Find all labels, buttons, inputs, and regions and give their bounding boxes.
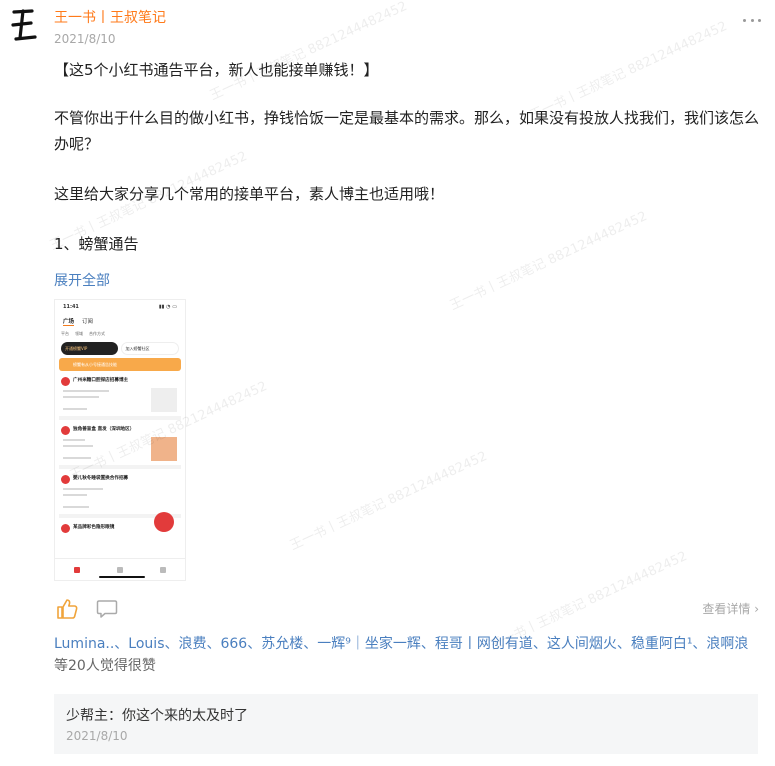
liker-names[interactable]: Lumina..、Louis、浪费、666、苏允楼、一辉⁹｜坐家一辉、程哥丨网创… <box>54 636 748 652</box>
author-name[interactable]: 王一书丨王叔笔记 <box>54 8 166 28</box>
post-paragraph: 1、螃蟹通告 <box>54 235 139 253</box>
view-detail-link[interactable]: 查看详情 › <box>702 600 759 617</box>
post-image[interactable]: 11:41 ▮▮ ◔ ▭ 广场 订阅 平台 领域 合作方式 开通螃蟹VIP 加入螃… <box>54 299 186 581</box>
image-filters: 平台 领域 合作方式 <box>61 331 105 336</box>
comment-item: 少帮主：你这个来的太及时了 2021/8/10 <box>54 694 758 754</box>
post-date: 2021/8/10 <box>54 32 116 46</box>
image-banner: 螃蟹有从小号接通告技能 <box>59 358 181 371</box>
post-title: 【这5个小红书通告平台，新人也能接单赚钱！】 <box>54 61 379 79</box>
post-paragraph: 不管你出于什么目的做小红书，挣钱恰饭一定是最基本的需求。那么，如果没有投放人找我… <box>54 109 760 153</box>
watermark: 王一书丨王叔笔记 8821244482452 <box>207 0 410 104</box>
likers-list: Lumina..、Louis、浪费、666、苏允楼、一辉⁹｜坐家一辉、程哥丨网创… <box>54 633 766 677</box>
expand-all-link[interactable]: 展开全部 <box>54 270 110 292</box>
image-fab <box>154 512 174 532</box>
image-tabs: 广场 订阅 <box>63 318 94 326</box>
watermark: 王一书丨王叔笔记 8821244482452 <box>447 208 650 314</box>
chevron-right-icon: › <box>754 602 759 616</box>
author-avatar[interactable] <box>10 8 38 42</box>
image-vip-row: 开通螃蟹VIP 加入螃蟹社区 <box>61 342 179 355</box>
thumbs-up-icon[interactable] <box>56 598 78 620</box>
image-card: 独角兽盲盒 直发（深圳地区） <box>59 423 181 469</box>
image-card: 广州米糖口腔探店招募博主 <box>59 374 181 420</box>
comment-icon[interactable] <box>96 599 118 619</box>
more-options-icon[interactable] <box>743 12 761 28</box>
comment-date: 2021/8/10 <box>66 729 128 743</box>
comment-text: 少帮主：你这个来的太及时了 <box>66 708 248 724</box>
watermark: 王一书丨王叔笔记 8821244482452 <box>287 448 490 554</box>
home-indicator <box>99 576 145 578</box>
post-paragraph: 这里给大家分享几个常用的接单平台，素人博主也适用哦！ <box>54 185 445 203</box>
status-bar: 11:41 ▮▮ ◔ ▭ <box>63 304 177 310</box>
likes-count: 等20人觉得很赞 <box>54 658 156 674</box>
